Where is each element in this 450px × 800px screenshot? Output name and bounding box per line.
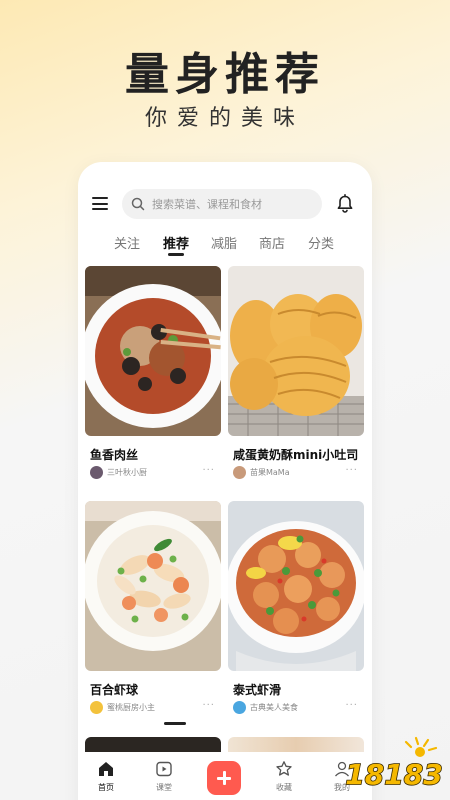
- play-icon: [156, 761, 172, 777]
- watermark-text: 18183: [345, 758, 442, 791]
- recipe-title[interactable]: 咸蛋黄奶酥mini小吐司: [233, 446, 358, 463]
- recipe-card[interactable]: 鱼香肉丝 三叶秋小厨 ···: [85, 266, 221, 486]
- category-tabs: 关注 推荐 减脂 商店 分类: [78, 233, 372, 257]
- recipe-card[interactable]: 咸蛋黄奶酥mini小吐司 苗果MaMa ···: [228, 266, 364, 486]
- nav-home[interactable]: 首页: [84, 760, 128, 793]
- recipe-image[interactable]: [85, 501, 221, 671]
- recipe-title[interactable]: 鱼香肉丝: [90, 446, 138, 463]
- recipe-title[interactable]: 泰式虾滑: [233, 681, 281, 698]
- add-icon[interactable]: [207, 761, 241, 795]
- nav-label: 收藏: [276, 783, 292, 792]
- watermark-logo: 18183: [344, 736, 444, 792]
- avatar: [233, 700, 246, 714]
- recipe-card[interactable]: 百合虾球 蜜桃厨房小主 ···: [85, 501, 221, 721]
- search-placeholder: 搜索菜谱、课程和食材: [152, 198, 262, 211]
- home-icon: [99, 762, 113, 776]
- avatar: [233, 465, 246, 479]
- author-name: 蜜桃厨房小主: [107, 702, 155, 712]
- recipe-image[interactable]: [228, 266, 364, 436]
- author-name: 古典美人美食: [250, 702, 298, 712]
- recipe-image[interactable]: [228, 501, 364, 671]
- nav-label: 首页: [98, 783, 114, 792]
- hero-subtitle: 你爱的美味: [144, 106, 305, 131]
- search-input[interactable]: 搜索菜谱、课程和食材: [122, 189, 322, 219]
- nav-class[interactable]: 课堂: [142, 760, 186, 793]
- active-tab-indicator: [168, 253, 184, 256]
- tab-store[interactable]: 商店: [259, 233, 285, 252]
- nav-favorites[interactable]: 收藏: [262, 760, 306, 793]
- tab-follow[interactable]: 关注: [114, 233, 140, 252]
- avatar: [90, 465, 103, 479]
- bottom-navigation: 首页 课堂 收藏 我的: [78, 752, 372, 800]
- avatar: [90, 700, 103, 714]
- nav-label: 课堂: [156, 783, 172, 792]
- recipe-image[interactable]: [85, 266, 221, 436]
- author-name: 三叶秋小厨: [107, 467, 147, 477]
- author-name: 苗果MaMa: [250, 467, 290, 477]
- recipe-title[interactable]: 百合虾球: [90, 681, 138, 698]
- more-dots-icon[interactable]: ···: [202, 700, 215, 711]
- scroll-indicator: [164, 722, 186, 725]
- hamburger-icon[interactable]: [92, 197, 108, 210]
- app-screen: 搜索菜谱、课程和食材 关注 推荐 减脂 商店 分类 鱼香肉丝 三叶秋小厨 ···…: [78, 162, 372, 800]
- tab-fat-loss[interactable]: 减脂: [211, 233, 237, 252]
- top-bar: 搜索菜谱、课程和食材: [78, 189, 372, 219]
- recipe-card[interactable]: 泰式虾滑 古典美人美食 ···: [228, 501, 364, 721]
- more-dots-icon[interactable]: ···: [345, 700, 358, 711]
- search-icon: [131, 197, 145, 211]
- recipe-author[interactable]: 苗果MaMa: [233, 465, 290, 479]
- tab-category[interactable]: 分类: [308, 233, 334, 252]
- hero-title: 量身推荐: [125, 49, 325, 100]
- recipe-author[interactable]: 蜜桃厨房小主: [90, 700, 155, 714]
- tab-recommend[interactable]: 推荐: [163, 233, 189, 252]
- more-dots-icon[interactable]: ···: [345, 465, 358, 476]
- recipe-author[interactable]: 三叶秋小厨: [90, 465, 147, 479]
- star-icon: [276, 761, 292, 776]
- recipe-author[interactable]: 古典美人美食: [233, 700, 298, 714]
- more-dots-icon[interactable]: ···: [202, 465, 215, 476]
- bell-icon[interactable]: [336, 194, 354, 214]
